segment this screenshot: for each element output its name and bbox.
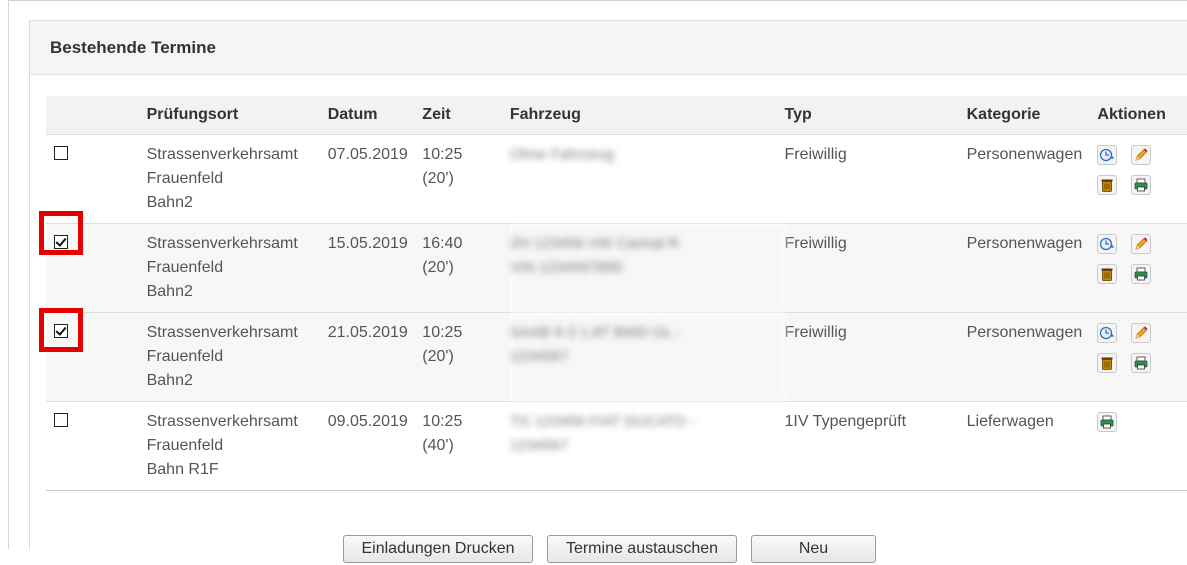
window-top-border: [8, 0, 1187, 1]
row-actions: [1097, 232, 1187, 284]
print-invitations-button[interactable]: Einladungen Drucken: [343, 535, 533, 563]
zeit-cell: 10:25: [422, 413, 463, 430]
ort-line: Bahn R1F: [146, 461, 219, 478]
fahrzeug-line: 1234567: [509, 437, 569, 454]
ort-line: Bahn2: [146, 283, 193, 300]
header-kategorie: Kategorie: [966, 96, 1098, 135]
row-checkbox[interactable]: [54, 413, 68, 427]
trash-icon[interactable]: [1097, 353, 1118, 373]
header-pruefungsort: Prüfungsort: [146, 96, 328, 135]
header-zeit: Zeit: [422, 96, 510, 135]
new-appointment-button[interactable]: Neu: [751, 535, 876, 563]
appointments-table: Prüfungsort Datum Zeit Fahrzeug Typ Kate…: [46, 96, 1187, 491]
pencil-icon[interactable]: [1131, 234, 1152, 254]
kategorie-cell: Personenwagen: [966, 223, 1098, 313]
typ-cell: 1IV Typengeprüft: [784, 401, 967, 491]
fahrzeug-line: ZH 123456 VW Carinal R: [509, 235, 680, 252]
printer-icon[interactable]: [1131, 264, 1152, 284]
table-header-row: Prüfungsort Datum Zeit Fahrzeug Typ Kate…: [46, 96, 1187, 135]
zeit-cell: 10:25: [422, 146, 463, 163]
row-checkbox[interactable]: [54, 146, 68, 160]
printer-icon[interactable]: [1131, 175, 1152, 195]
kategorie-cell: Personenwagen: [966, 134, 1098, 224]
trash-icon[interactable]: [1097, 175, 1118, 195]
row-actions: [1097, 410, 1187, 432]
header-typ: Typ: [784, 96, 967, 135]
swap-appointments-button[interactable]: Termine austauschen: [547, 535, 737, 563]
datum-cell: 15.05.2019: [327, 223, 423, 313]
table-row: Strassenverkehrsamt Frauenfeld Bahn2 21.…: [46, 312, 1187, 402]
header-datum: Datum: [327, 96, 423, 135]
printer-icon[interactable]: [1097, 412, 1118, 432]
row-actions: [1097, 321, 1187, 373]
clock-arrow-icon[interactable]: [1097, 234, 1118, 254]
fahrzeug-line: 1234567: [509, 348, 569, 365]
appointments-panel: Bestehende Termine Prüfungsort Datum Zei…: [29, 20, 1187, 563]
row-actions: [1097, 143, 1187, 195]
ort-line: Bahn2: [146, 194, 193, 211]
dauer-cell: (40'): [422, 437, 454, 454]
dauer-cell: (20'): [422, 259, 454, 276]
ort-line: Strassenverkehrsamt: [146, 324, 298, 341]
zeit-cell: 16:40: [422, 235, 463, 252]
fahrzeug-line: Ohne Fahrzeug: [509, 146, 615, 163]
typ-cell: Freiwillig: [784, 134, 967, 224]
clock-arrow-icon[interactable]: [1097, 323, 1118, 343]
kategorie-cell: Lieferwagen: [966, 401, 1098, 491]
fahrzeug-line: SAAB 9-3 1.8T BWD GL -: [509, 324, 682, 341]
zeit-cell: 10:25: [422, 324, 463, 341]
typ-cell: Freiwillig: [784, 312, 967, 402]
header-select: [46, 96, 147, 135]
dauer-cell: (20'): [422, 348, 454, 365]
pencil-icon[interactable]: [1131, 145, 1152, 165]
dauer-cell: (20'): [422, 170, 454, 187]
highlight-box: [39, 211, 83, 255]
printer-icon[interactable]: [1131, 353, 1152, 373]
table-row: Strassenverkehrsamt Frauenfeld Bahn2 15.…: [46, 223, 1187, 313]
pencil-icon[interactable]: [1131, 323, 1152, 343]
ort-line: Frauenfeld: [146, 437, 224, 454]
window-left-border: [8, 0, 9, 549]
ort-line: Frauenfeld: [146, 348, 224, 365]
trash-icon[interactable]: [1097, 264, 1118, 284]
fahrzeug-line: VIN 1234567890: [509, 259, 623, 276]
header-aktionen: Aktionen: [1097, 96, 1187, 135]
button-row: Einladungen Drucken Termine austauschen …: [30, 535, 1187, 565]
ort-line: Strassenverkehrsamt: [146, 235, 298, 252]
datum-cell: 07.05.2019: [327, 134, 423, 224]
panel-title: Bestehende Termine: [30, 21, 1187, 75]
kategorie-cell: Personenwagen: [966, 312, 1098, 402]
ort-line: Strassenverkehrsamt: [146, 413, 298, 430]
ort-line: Frauenfeld: [146, 259, 224, 276]
header-fahrzeug: Fahrzeug: [509, 96, 785, 135]
ort-line: Bahn2: [146, 372, 193, 389]
ort-line: Strassenverkehrsamt: [146, 146, 298, 163]
datum-cell: 09.05.2019: [327, 401, 423, 491]
highlight-box: [39, 308, 83, 352]
fahrzeug-line: TG 123456 FIAT DUCATO -: [509, 413, 696, 430]
datum-cell: 21.05.2019: [327, 312, 423, 402]
ort-line: Frauenfeld: [146, 170, 224, 187]
clock-arrow-icon[interactable]: [1097, 145, 1118, 165]
typ-cell: Freiwillig: [784, 223, 967, 313]
table-row: Strassenverkehrsamt Frauenfeld Bahn2 07.…: [46, 134, 1187, 224]
table-row: Strassenverkehrsamt Frauenfeld Bahn R1F …: [46, 401, 1187, 491]
